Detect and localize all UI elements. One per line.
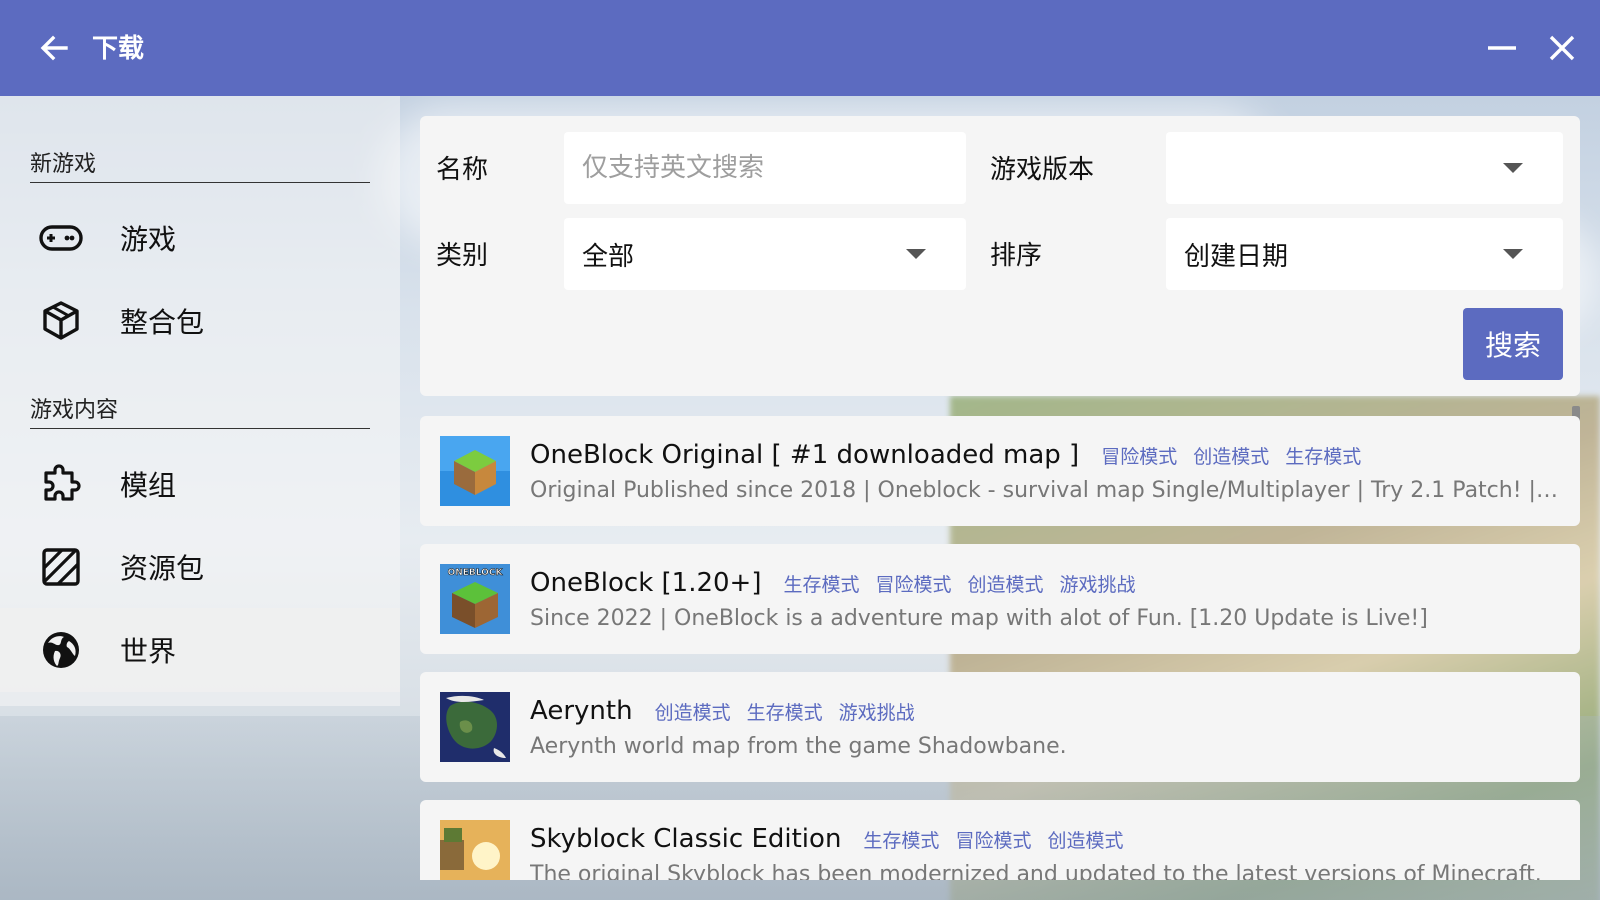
item-description: The original Skyblock has been modernize… [530,862,1542,880]
sidebar-section-game-content: 游戏内容 [30,392,370,429]
sidebar-section-new-game: 新游戏 [30,146,370,183]
list-item[interactable]: Aerynth 创造模式 生存模式 游戏挑战 Aerynth world map… [420,672,1580,782]
item-title-row: Aerynth 创造模式 生存模式 游戏挑战 [530,696,931,726]
name-label: 名称 [436,155,489,185]
item-description: Since 2022 | OneBlock is a adventure map… [530,606,1428,631]
minimize-icon [1488,46,1516,50]
gamepad-icon [38,215,84,261]
item-name: OneBlock [1.20+] [530,568,762,598]
tag[interactable]: 创造模式 [1193,442,1269,469]
item-title-row: OneBlock [1.20+] 生存模式 冒险模式 创造模式 游戏挑战 [530,568,1152,598]
sort-label: 排序 [990,241,1043,271]
tag[interactable]: 创造模式 [968,570,1044,597]
tag[interactable]: 生存模式 [747,698,823,725]
name-field[interactable] [564,132,966,204]
tag[interactable]: 生存模式 [1285,442,1361,469]
game-version-select[interactable] [1166,132,1563,204]
close-button[interactable] [1544,30,1580,66]
map-thumbnail [440,820,510,880]
tag[interactable]: 游戏挑战 [839,698,915,725]
map-thumbnail [440,692,510,762]
globe-icon [38,627,84,673]
game-version-label: 游戏版本 [990,155,1095,185]
sort-select[interactable]: 创建日期 [1166,218,1563,290]
item-title-row: OneBlock Original [ #1 downloaded map ] … [530,440,1377,470]
results-list: OneBlock Original [ #1 downloaded map ] … [420,416,1580,880]
map-thumbnail: ONEBLOCK [440,564,510,634]
search-panel: 名称 游戏版本 类别 全部 排序 创建日期 搜索 [420,116,1580,396]
sidebar-item-worlds[interactable]: 世界 [0,608,400,692]
puzzle-icon [38,461,84,507]
item-name: OneBlock Original [ #1 downloaded map ] [530,440,1080,470]
window-title: 下载 [92,34,145,64]
list-item[interactable]: OneBlock Original [ #1 downloaded map ] … [420,416,1580,526]
sidebar-item-game[interactable]: 游戏 [0,196,400,280]
search-input[interactable] [582,132,966,204]
chevron-down-icon [1503,249,1523,259]
sidebar: 新游戏 游戏 整合包 游戏内容 模组 资源包 世界 [0,96,400,900]
item-title-row: Skyblock Classic Edition 生存模式 冒险模式 创造模式 [530,824,1139,854]
list-item[interactable]: ONEBLOCK OneBlock [1.20+] 生存模式 冒险模式 创造模式… [420,544,1580,654]
item-description: Original Published since 2018 | Oneblock… [530,478,1560,503]
map-thumbnail [440,436,510,506]
texture-icon [38,544,84,590]
sidebar-item-label: 整合包 [120,306,205,339]
sidebar-item-label: 游戏 [120,223,177,256]
tag[interactable]: 冒险模式 [1101,442,1177,469]
sort-value: 创建日期 [1184,241,1289,272]
sidebar-item-resourcepacks[interactable]: 资源包 [0,525,400,609]
tag[interactable]: 生存模式 [863,826,939,853]
title-bar: 下载 [0,0,1600,96]
chevron-down-icon [906,249,926,259]
tag[interactable]: 生存模式 [784,570,860,597]
chevron-down-icon [1503,163,1523,173]
arrow-left-icon [40,35,68,61]
tag[interactable]: 冒险模式 [876,570,952,597]
category-select[interactable]: 全部 [564,218,966,290]
thumbnail-logo-text: ONEBLOCK [448,568,504,578]
search-button[interactable]: 搜索 [1463,308,1563,380]
item-name: Skyblock Classic Edition [530,824,842,854]
tag[interactable]: 创造模式 [1047,826,1123,853]
sidebar-item-label: 资源包 [120,552,205,585]
tag[interactable]: 创造模式 [655,698,731,725]
tag[interactable]: 游戏挑战 [1060,570,1136,597]
item-name: Aerynth [530,696,633,726]
category-value: 全部 [582,241,635,272]
sidebar-item-label: 世界 [120,635,177,668]
sidebar-item-mods[interactable]: 模组 [0,442,400,526]
minimize-button[interactable] [1484,30,1520,66]
cube-icon [38,298,84,344]
back-button[interactable] [36,30,72,66]
tag[interactable]: 冒险模式 [955,826,1031,853]
sidebar-item-modpack[interactable]: 整合包 [0,279,400,363]
item-description: Aerynth world map from the game Shadowba… [530,734,1067,759]
list-item[interactable]: Skyblock Classic Edition 生存模式 冒险模式 创造模式 … [420,800,1580,880]
close-icon [1549,35,1575,61]
sidebar-item-label: 模组 [120,469,177,502]
category-label: 类别 [436,241,489,271]
